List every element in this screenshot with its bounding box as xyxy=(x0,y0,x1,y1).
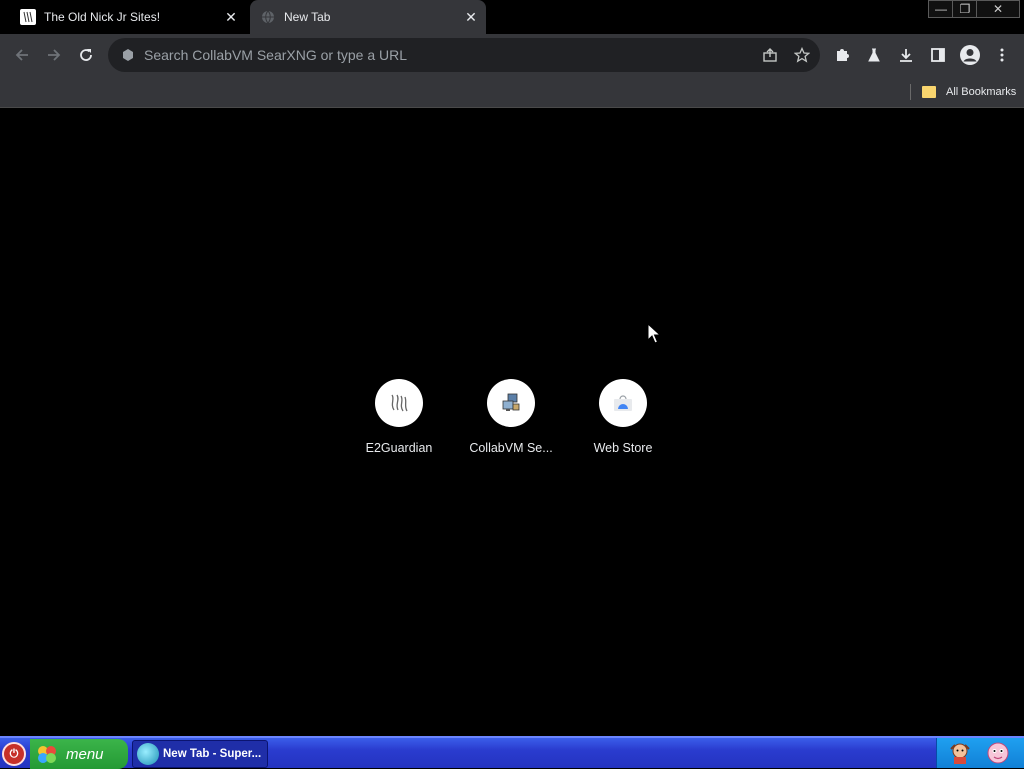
kebab-menu-icon xyxy=(1000,48,1004,62)
taskbar-window-new-tab[interactable]: New Tab - Super... xyxy=(132,740,268,768)
globe-icon xyxy=(260,9,276,25)
browser-toolbar xyxy=(0,34,1024,76)
menu-orb-icon xyxy=(36,743,58,765)
tab-old-nick-jr[interactable]: The Old Nick Jr Sites! ✕ xyxy=(10,0,246,34)
address-bar[interactable] xyxy=(108,38,820,72)
share-icon xyxy=(763,48,777,62)
flask-icon xyxy=(868,48,880,62)
tab-close-icon[interactable]: ✕ xyxy=(462,8,480,26)
back-button[interactable] xyxy=(8,41,36,69)
shortcut-label: CollabVM Se... xyxy=(469,441,553,455)
all-bookmarks-label: All Bookmarks xyxy=(946,86,1017,98)
arrow-right-icon xyxy=(48,49,61,61)
search-engine-icon xyxy=(120,47,136,63)
star-icon xyxy=(794,47,810,63)
e2guardian-icon xyxy=(375,379,423,427)
taskbar-window-label: New Tab - Super... xyxy=(163,748,262,760)
downloads-button[interactable] xyxy=(892,41,920,69)
tab-close-icon[interactable]: ✕ xyxy=(222,8,240,26)
shortcut-web-store[interactable]: Web Store xyxy=(567,379,679,455)
bookmarks-bar: All Bookmarks xyxy=(0,76,1024,108)
site-favicon-icon xyxy=(20,9,36,25)
reload-icon xyxy=(80,49,92,61)
shortcut-e2guardian[interactable]: E2Guardian xyxy=(343,379,455,455)
system-tray xyxy=(936,738,1024,768)
puzzle-icon xyxy=(837,49,849,61)
address-input[interactable] xyxy=(144,47,756,63)
tab-new-tab[interactable]: New Tab ✕ xyxy=(250,0,486,34)
forward-button[interactable] xyxy=(40,41,68,69)
window-minimize-button[interactable]: — xyxy=(928,0,954,18)
profile-button[interactable] xyxy=(956,41,984,69)
menu-label: menu xyxy=(66,745,104,763)
extensions-button[interactable] xyxy=(828,41,856,69)
shortcut-label: Web Store xyxy=(593,441,653,455)
power-button[interactable]: ⏻ xyxy=(2,742,26,766)
bookmarks-separator xyxy=(910,84,911,100)
tab-strip: The Old Nick Jr Sites! ✕ New Tab ✕ — ❐ ✕ xyxy=(0,0,1024,34)
download-icon xyxy=(900,49,912,62)
window-close-button[interactable]: ✕ xyxy=(976,0,1020,18)
shortcut-label: E2Guardian xyxy=(365,441,433,455)
new-tab-page: E2Guardian CollabVM Se... Web Store xyxy=(0,109,1024,736)
share-button[interactable] xyxy=(756,41,784,69)
all-bookmarks-button[interactable]: All Bookmarks xyxy=(920,82,1016,102)
os-taskbar: ⏻ menu New Tab - Super... xyxy=(0,736,1024,769)
tray-mascot-icon[interactable] xyxy=(947,741,973,765)
browser-app-icon xyxy=(137,743,159,765)
arrow-left-icon xyxy=(15,49,28,61)
bookmark-star-button[interactable] xyxy=(788,41,816,69)
collabvm-icon xyxy=(487,379,535,427)
window-maximize-button[interactable]: ❐ xyxy=(952,0,978,18)
tray-character-icon[interactable] xyxy=(985,741,1011,765)
folder-icon xyxy=(922,86,936,98)
mouse-cursor-icon xyxy=(647,323,661,344)
profile-icon xyxy=(960,45,980,65)
tab-title: The Old Nick Jr Sites! xyxy=(44,10,161,24)
side-panel-button[interactable] xyxy=(924,41,952,69)
more-menu-button[interactable] xyxy=(988,41,1016,69)
tab-title: New Tab xyxy=(284,10,331,24)
labs-button[interactable] xyxy=(860,41,888,69)
web-store-icon xyxy=(599,379,647,427)
start-menu-button[interactable]: menu xyxy=(30,739,128,769)
side-panel-icon xyxy=(931,48,945,62)
reload-button[interactable] xyxy=(72,41,100,69)
shortcut-collabvm-searxng[interactable]: CollabVM Se... xyxy=(455,379,567,455)
